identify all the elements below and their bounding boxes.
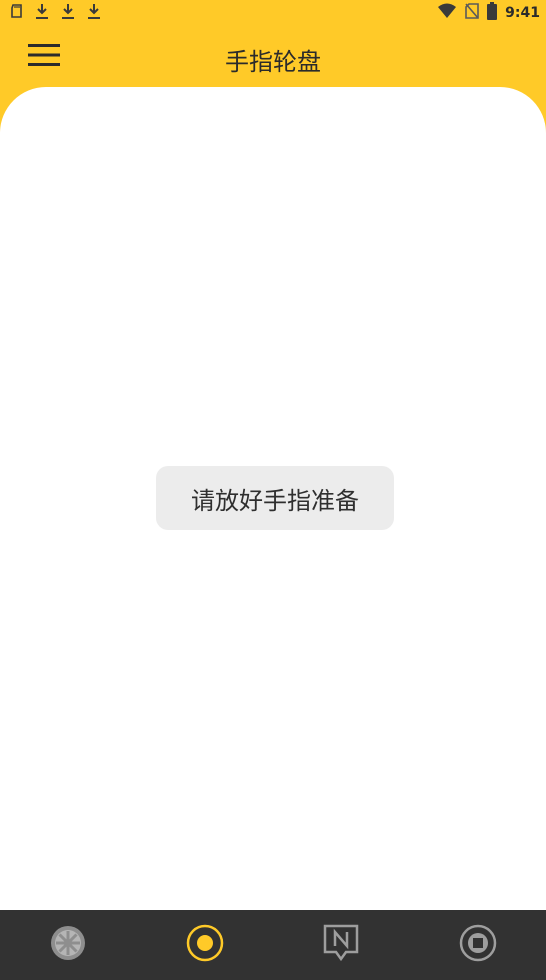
- nav-item-settings[interactable]: [443, 910, 513, 980]
- sd-card-icon: [10, 3, 24, 23]
- bottom-nav: [0, 910, 546, 980]
- settings-ring-icon: [458, 923, 498, 967]
- battery-icon: [487, 2, 498, 24]
- page-title: 手指轮盘: [225, 48, 321, 76]
- status-bar: 9:41: [0, 0, 546, 26]
- nav-item-wheel[interactable]: [33, 910, 103, 980]
- wheel-icon: [48, 923, 88, 967]
- main-content: 请放好手指准备: [0, 87, 546, 910]
- finger-record-icon: [185, 923, 225, 967]
- download-icon: [86, 2, 102, 24]
- download-icon: [34, 2, 50, 24]
- nav-item-finger[interactable]: [170, 910, 240, 980]
- app-bar: 手指轮盘: [0, 26, 546, 88]
- nav-item-notice[interactable]: [306, 910, 376, 980]
- screen: 9:41 手指轮盘 请放好手指准备: [0, 0, 546, 980]
- no-sim-icon: [465, 3, 479, 23]
- status-time: 9:41: [505, 5, 540, 21]
- download-icon: [60, 2, 76, 24]
- status-left-icons: [10, 2, 102, 24]
- notice-icon: [321, 923, 361, 967]
- instruction-toast: 请放好手指准备: [156, 466, 394, 530]
- wifi-icon: [437, 3, 457, 23]
- status-right-icons: 9:41: [437, 2, 540, 24]
